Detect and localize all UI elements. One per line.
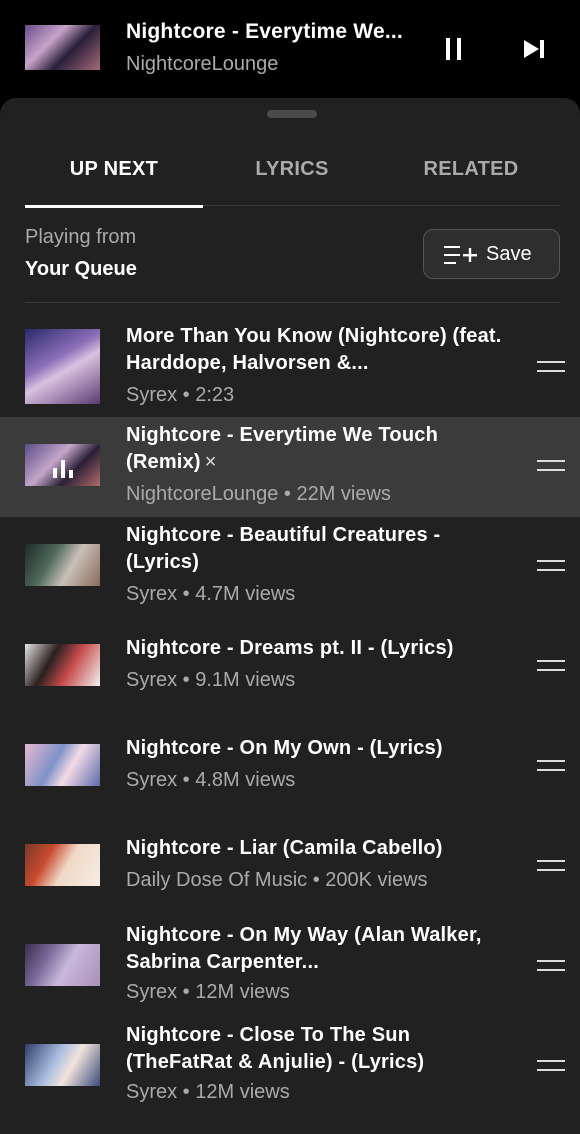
tab-up-next[interactable]: UP NEXT — [25, 138, 203, 208]
track-subtitle: Syrex • 2:23 — [126, 384, 235, 406]
track-thumbnail — [25, 928, 100, 1003]
skip-next-icon — [524, 40, 544, 58]
track-title: Nightcore - Liar (Camila Cabello) — [126, 837, 443, 859]
reorder-handle-icon[interactable] — [537, 361, 565, 373]
track-thumbnail — [25, 828, 100, 903]
track-title: Nightcore - Dreams pt. II - (Lyrics) — [126, 637, 454, 659]
reorder-handle-icon[interactable] — [537, 460, 565, 472]
tab-related[interactable]: RELATED — [382, 138, 560, 206]
queue-sheet: UP NEXT LYRICS RELATED Playing from Your… — [0, 98, 580, 1134]
track-title: Nightcore - Close To The Sun (TheFatRat … — [126, 1024, 425, 1073]
track-subtitle: NightcoreLounge • 22M views — [126, 483, 391, 505]
track-thumbnail — [25, 528, 100, 603]
track-thumbnail — [25, 428, 100, 503]
queue-item[interactable]: Nightcore - Dreams pt. II - (Lyrics) Syr… — [0, 617, 580, 717]
drag-handle[interactable] — [267, 110, 317, 118]
queue-item[interactable]: Nightcore - Liar (Camila Cabello) Daily … — [0, 817, 580, 917]
queue-item-current[interactable]: Nightcore - Everytime We Touch (Remix) × … — [0, 417, 580, 517]
playing-from-label: Playing from — [25, 226, 137, 248]
queue-item[interactable]: Nightcore - On My Way (Alan Walker, Sabr… — [0, 917, 580, 1017]
reorder-handle-icon[interactable] — [537, 1060, 565, 1072]
mini-player[interactable]: Nightcore - Everytime We... NightcoreLou… — [0, 0, 580, 100]
tab-lyrics[interactable]: LYRICS — [203, 138, 381, 206]
queue-source: Your Queue — [25, 258, 137, 280]
track-subtitle: Syrex • 4.7M views — [126, 583, 296, 605]
remove-icon[interactable]: × — [205, 451, 217, 473]
save-button[interactable]: Save — [423, 229, 560, 279]
track-thumbnail — [25, 728, 100, 803]
queue-item[interactable]: Nightcore - Close To The Sun (TheFatRat … — [0, 1017, 580, 1117]
track-subtitle: Syrex • 12M views — [126, 981, 290, 1003]
now-playing-artist[interactable]: NightcoreLounge — [126, 53, 278, 76]
reorder-handle-icon[interactable] — [537, 660, 565, 672]
track-subtitle: Syrex • 9.1M views — [126, 669, 296, 691]
track-title-text: Nightcore - Everytime We Touch (Remix) — [126, 424, 438, 473]
queue-item[interactable]: Nightcore - Beautiful Creatures - (Lyric… — [0, 517, 580, 617]
track-thumbnail — [25, 329, 100, 404]
now-playing-thumbnail[interactable] — [25, 25, 100, 70]
track-title: Nightcore - On My Way (Alan Walker, Sabr… — [126, 924, 482, 973]
tab-bar: UP NEXT LYRICS RELATED — [25, 138, 560, 208]
equalizer-icon — [53, 458, 77, 478]
track-title: More Than You Know (Nightcore) (feat. Ha… — [126, 325, 502, 374]
divider — [25, 302, 560, 303]
reorder-handle-icon[interactable] — [537, 960, 565, 972]
now-playing-title[interactable]: Nightcore - Everytime We... — [126, 20, 426, 44]
track-title: Nightcore - Everytime We Touch (Remix) × — [126, 422, 506, 476]
track-thumbnail — [25, 1028, 100, 1103]
track-thumbnail — [25, 628, 100, 703]
skip-next-button[interactable] — [520, 34, 550, 64]
save-label: Save — [486, 243, 532, 265]
track-title: Nightcore - On My Own - (Lyrics) — [126, 737, 443, 759]
track-subtitle: Daily Dose Of Music • 200K views — [126, 869, 428, 891]
reorder-handle-icon[interactable] — [537, 760, 565, 772]
track-subtitle: Syrex • 12M views — [126, 1081, 290, 1103]
track-title: Nightcore - Beautiful Creatures - (Lyric… — [126, 524, 441, 573]
track-subtitle: Syrex • 4.8M views — [126, 769, 296, 791]
playlist-add-icon — [444, 246, 477, 264]
pause-button[interactable] — [440, 34, 470, 64]
queue-item[interactable]: Nightcore - On My Own - (Lyrics) Syrex •… — [0, 717, 580, 817]
reorder-handle-icon[interactable] — [537, 560, 565, 572]
queue-item[interactable]: More Than You Know (Nightcore) (feat. Ha… — [0, 318, 580, 418]
reorder-handle-icon[interactable] — [537, 860, 565, 872]
